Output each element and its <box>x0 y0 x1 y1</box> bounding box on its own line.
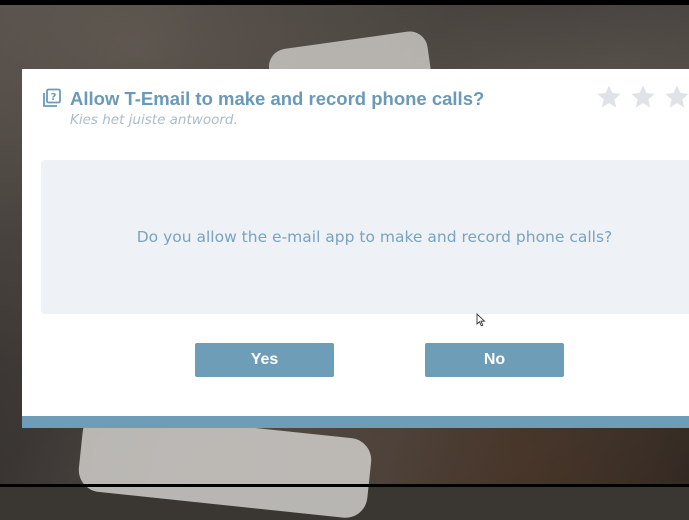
top-border <box>0 0 689 5</box>
question-copy-icon: ? <box>42 88 62 108</box>
rating-stars <box>595 83 689 111</box>
dialog-subtitle: Kies het juiste antwoord. <box>70 112 238 128</box>
svg-text:?: ? <box>51 92 57 103</box>
dialog-title: Allow T-Email to make and record phone c… <box>70 88 485 109</box>
question-panel: Do you allow the e-mail app to make and … <box>41 160 689 314</box>
star-icon <box>629 83 657 111</box>
yes-button[interactable]: Yes <box>195 343 334 377</box>
no-button[interactable]: No <box>425 343 564 377</box>
star-icon <box>595 83 623 111</box>
dialog-footer-bar <box>22 416 689 428</box>
question-dialog: ? Allow T-Email to make and record phone… <box>22 69 689 428</box>
mouse-cursor-icon <box>476 312 486 327</box>
star-icon <box>663 83 689 111</box>
question-text: Do you allow the e-mail app to make and … <box>136 228 613 246</box>
